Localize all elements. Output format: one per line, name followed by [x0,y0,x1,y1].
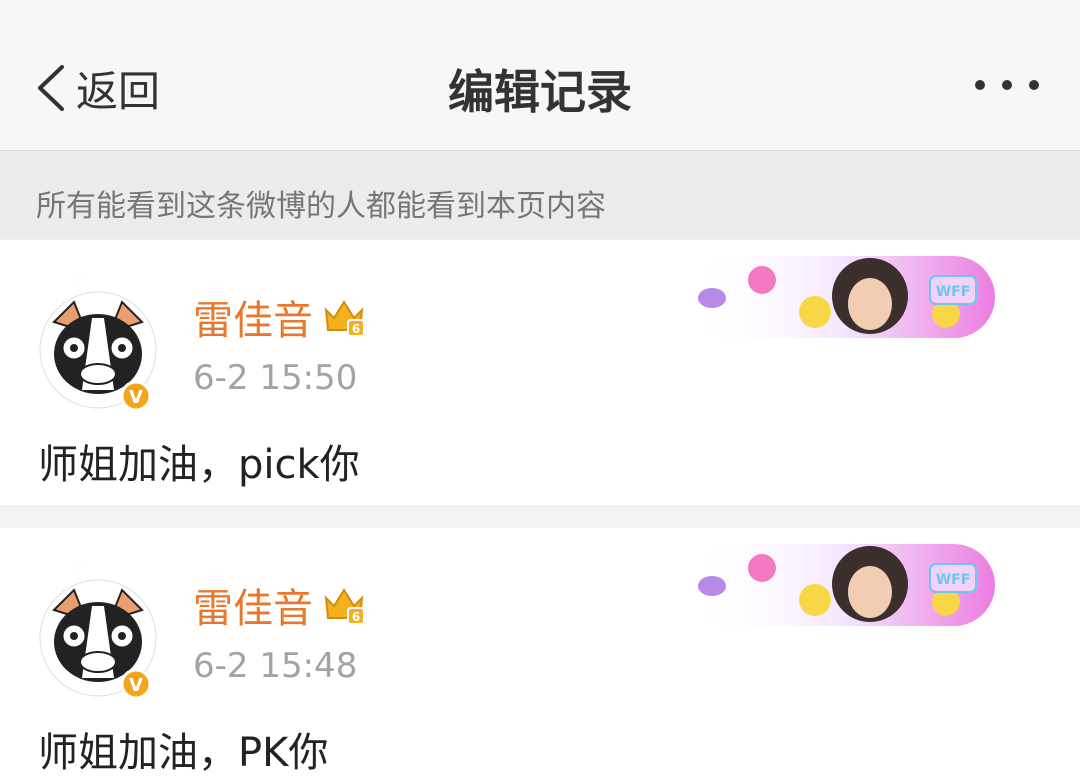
post-time: 6-2 15:48 [193,646,358,686]
card-decoration: WFF [690,256,995,338]
verified-badge-text: V [129,675,143,696]
edit-record-card: 公主病 V 雷佳音 6 6-2 15:50 师姐加油，pick你 WFF [0,240,1080,505]
verified-badge-text: V [129,387,143,408]
crown-badge-icon[interactable]: 6 [322,584,366,626]
crown-level: 6 [352,610,360,624]
notice-text: 所有能看到这条微博的人都能看到本页内容 [36,189,606,224]
navigation-bar: 返回 编辑记录 [0,0,1080,151]
post-content: 师姐加油，PK你 [38,730,329,776]
post-content: 师姐加油，pick你 [38,442,360,488]
decor-label: WFF [936,572,971,588]
username[interactable]: 雷佳音 [193,576,313,634]
card-decoration: WFF [690,544,995,626]
page-title: 编辑记录 [448,65,632,119]
decor-label: WFF [936,284,971,300]
user-avatar[interactable]: 公主病 V [36,262,160,412]
username[interactable]: 雷佳音 [193,288,313,346]
crown-badge-icon[interactable]: 6 [322,296,366,338]
visibility-notice: 所有能看到这条微博的人都能看到本页内容 [0,151,1080,239]
more-horizontal-icon[interactable] [972,70,1042,100]
edit-record-card: 公主病 V 雷佳音 6 6-2 15:48 师姐加油，PK你 WFF [0,528,1080,778]
post-time: 6-2 15:50 [193,358,358,398]
user-avatar[interactable]: 公主病 V [36,550,160,700]
crown-level: 6 [352,322,360,336]
